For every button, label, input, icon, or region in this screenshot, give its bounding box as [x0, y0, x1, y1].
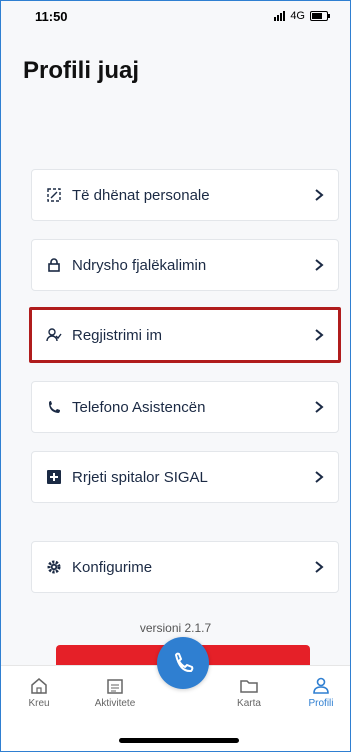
tab-profile[interactable]: Profili — [291, 676, 350, 709]
menu-item-label: Ndrysho fjalëkalimin — [72, 256, 207, 274]
tab-activities[interactable]: Aktivitete — [85, 676, 145, 709]
menu-item-settings[interactable]: Konfigurime — [31, 541, 339, 593]
tab-label: Kreu — [28, 698, 50, 709]
chevron-right-icon — [315, 471, 324, 483]
menu-item-personal-data[interactable]: Të dhënat personale — [31, 169, 339, 221]
app-version: versioni 2.1.7 — [139, 621, 212, 635]
tab-label: Profili — [308, 698, 334, 709]
person-icon — [313, 677, 329, 694]
battery-icon — [310, 11, 330, 21]
tab-label: Karta — [237, 698, 261, 709]
home-icon — [31, 678, 47, 694]
lock-icon — [46, 257, 62, 273]
tab-card[interactable]: Karta — [219, 676, 279, 709]
home-indicator — [119, 738, 239, 743]
page-title: Profili juaj — [23, 57, 140, 84]
chevron-right-icon — [315, 259, 324, 271]
signal-icon — [274, 11, 286, 21]
folder-icon — [240, 680, 258, 693]
status-bar: 11:50 4G — [1, 1, 350, 31]
menu-item-label: Regjistrimi im — [72, 326, 162, 344]
menu-item-call-assistance[interactable]: Telefono Asistencën — [31, 381, 339, 433]
tab-home[interactable]: Kreu — [9, 676, 69, 709]
phone-icon — [174, 652, 194, 673]
menu-item-hospital-network[interactable]: Rrjeti spitalor SIGAL — [31, 451, 339, 503]
phone-screen: 11:50 4G Profili juaj Të dhënat personal… — [0, 0, 351, 752]
status-indicators: 4G — [274, 10, 330, 22]
phone-icon — [46, 399, 62, 415]
tab-label: Aktivitete — [94, 698, 136, 709]
network-type: 4G — [290, 10, 305, 22]
calendar-icon — [107, 679, 123, 694]
menu-item-my-registration[interactable]: Regjistrimi im — [29, 307, 341, 363]
menu-item-label: Të dhënat personale — [72, 186, 210, 204]
menu-item-label: Telefono Asistencën — [72, 398, 206, 416]
id-card-icon — [46, 187, 62, 203]
chevron-right-icon — [315, 189, 324, 201]
chevron-right-icon — [315, 561, 324, 573]
status-time: 11:50 — [35, 8, 68, 24]
menu-item-change-password[interactable]: Ndrysho fjalëkalimin — [31, 239, 339, 291]
call-fab-button[interactable] — [157, 637, 209, 689]
chevron-right-icon — [315, 329, 324, 341]
chevron-right-icon — [315, 401, 324, 413]
hospital-plus-icon — [46, 469, 62, 485]
user-check-icon — [46, 327, 62, 343]
gear-icon — [46, 559, 62, 575]
menu-item-label: Konfigurime — [72, 558, 153, 576]
menu-item-label: Rrjeti spitalor SIGAL — [72, 468, 208, 486]
